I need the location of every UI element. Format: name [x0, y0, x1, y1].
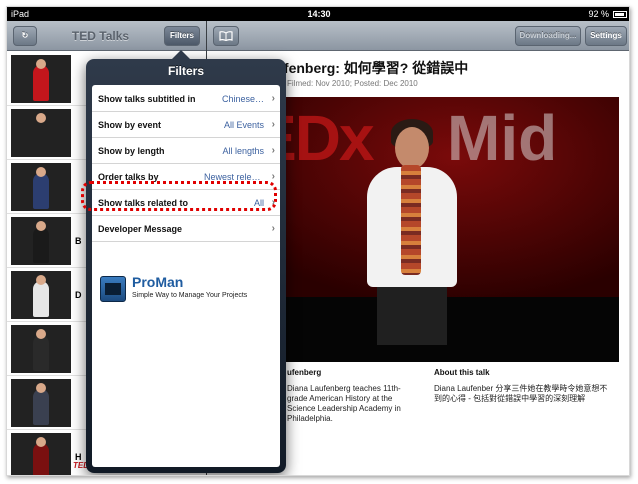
filters-button[interactable]: Filters — [164, 26, 200, 46]
speaker-figure — [33, 335, 49, 371]
speaker-head — [36, 113, 46, 123]
detail-toolbar: Downloading... Settings — [207, 21, 629, 51]
filter-label: Show by length — [98, 146, 165, 156]
book-icon — [219, 31, 233, 42]
clock: 14:30 — [307, 9, 331, 19]
ad-title: ProMan — [132, 274, 184, 290]
bookmarks-button[interactable] — [213, 26, 239, 46]
talks-toolbar: ↻ TED Talks Filters — [7, 21, 206, 51]
proman-logo-icon — [100, 276, 126, 302]
filters-popover: Filters ProMan Simple Way to Manage Your… — [86, 50, 286, 473]
refresh-button[interactable]: ↻ — [13, 26, 37, 46]
filter-value: Chinese… — [221, 94, 264, 104]
speaker-head — [36, 59, 46, 69]
speaker-head — [36, 383, 46, 393]
speaker-legs — [377, 285, 447, 345]
talk-thumbnail — [11, 55, 71, 103]
ad-tagline: Simple Way to Manage Your Projects — [132, 292, 248, 299]
filter-row-0[interactable]: Show talks subtitled in Chinese… › — [92, 86, 280, 112]
speaker-head — [395, 127, 429, 169]
talk-thumbnail — [11, 325, 71, 373]
filter-label: Show by event — [98, 120, 162, 130]
proman-ad[interactable]: ProMan Simple Way to Manage Your Project… — [92, 270, 280, 310]
filter-value: All Events — [223, 120, 264, 130]
event-backdrop-text: Mid — [447, 102, 558, 174]
popover-title: Filters — [167, 64, 204, 78]
chevron-right-icon: › — [271, 93, 275, 104]
talk-thumbnail — [11, 379, 71, 427]
chevron-right-icon: › — [271, 119, 275, 130]
chevron-right-icon: › — [271, 223, 275, 234]
ipad-screen: iPad 14:30 92 % ↻ TED Talks Filters Down… — [6, 6, 630, 476]
settings-button[interactable]: Settings — [585, 26, 627, 46]
speaker-figure — [33, 281, 49, 317]
filter-row-2[interactable]: Show by length All lengths › — [92, 138, 280, 164]
speaker-figure — [33, 443, 49, 475]
page-title: TED Talks — [71, 29, 130, 43]
talk-title-snippet: D — [75, 290, 82, 300]
filter-row-1[interactable]: Show by event All Events › — [92, 112, 280, 138]
popover-arrow — [172, 50, 190, 59]
downloading-button[interactable]: Downloading... — [515, 26, 581, 46]
speaker-figure — [33, 389, 49, 425]
filter-label: Show talks subtitled in — [98, 94, 196, 104]
speaker-head — [36, 221, 46, 231]
highlight-annotation — [81, 181, 277, 211]
filter-row-5[interactable]: Developer Message › — [92, 216, 280, 242]
battery-percent: 92 % — [588, 9, 609, 19]
talk-thumbnail — [11, 433, 71, 475]
status-bar: iPad 14:30 92 % — [7, 7, 629, 21]
about-text: Diana Laufenber 分享三件她在教學時令她意想不到的心得 - 包括對… — [434, 384, 608, 403]
speaker-bio: Diana Laufenberg teaches 11th-grade Amer… — [287, 384, 401, 423]
speaker-figure — [33, 119, 49, 155]
talk-thumbnail — [11, 109, 71, 157]
talk-thumbnail — [11, 217, 71, 265]
speaker-figure — [33, 65, 49, 101]
speaker-head — [36, 437, 46, 447]
refresh-icon: ↻ — [21, 31, 29, 40]
speaker-figure — [33, 227, 49, 263]
talk-thumbnail — [11, 163, 71, 211]
filters-table: ProMan Simple Way to Manage Your Project… — [92, 85, 280, 467]
talk-thumbnail — [11, 271, 71, 319]
speaker-heading: ufenberg — [287, 368, 322, 377]
about-heading: About this talk — [434, 368, 490, 377]
filter-value: All lengths — [222, 146, 264, 156]
speaker-figure — [33, 173, 49, 209]
chevron-right-icon: › — [271, 145, 275, 156]
talk-dates: Filmed: Nov 2010; Posted: Dec 2010 — [287, 79, 418, 88]
talk-title-snippet: B — [75, 236, 82, 246]
speaker-head — [36, 275, 46, 285]
speaker-head — [36, 329, 46, 339]
speaker-head — [36, 167, 46, 177]
battery-icon — [613, 11, 627, 18]
filter-label: Developer Message — [98, 224, 183, 234]
speaker-scarf — [401, 165, 421, 275]
